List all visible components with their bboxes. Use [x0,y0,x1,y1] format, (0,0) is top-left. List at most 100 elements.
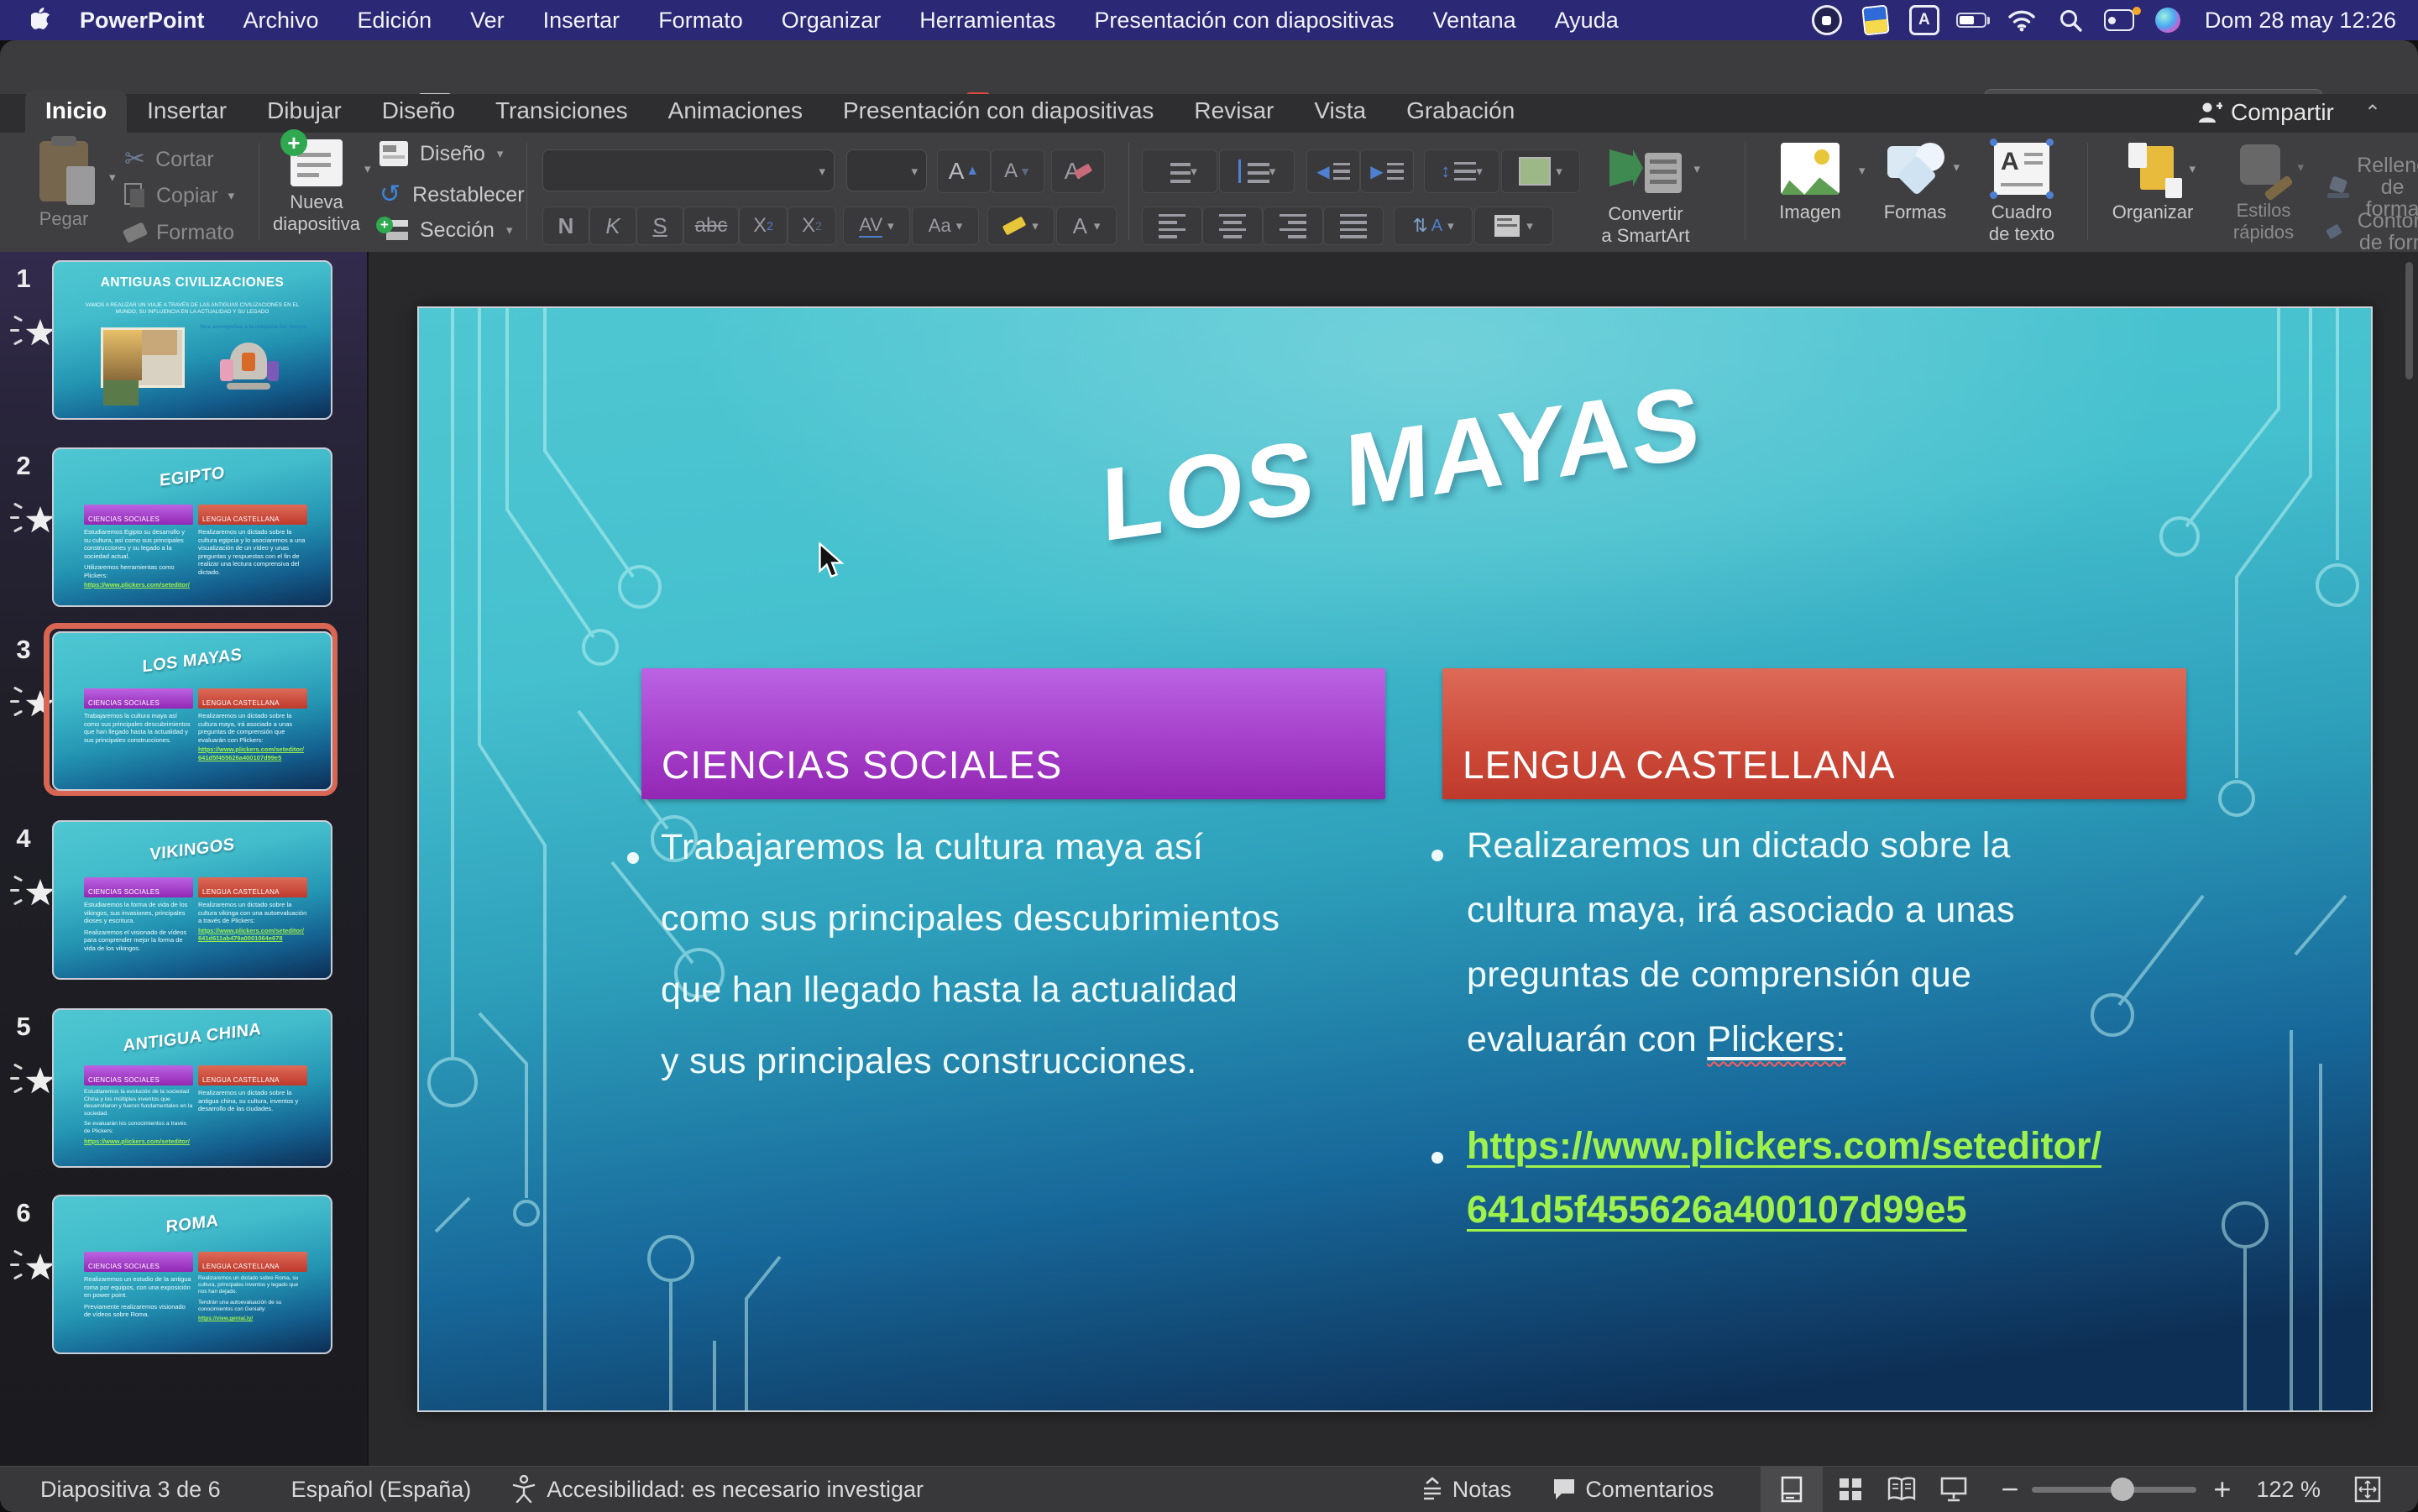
siri-icon[interactable] [2149,5,2186,35]
spotlight-search-icon[interactable] [2052,5,2089,35]
insert-textbox-button[interactable]: A Cuadrode texto [1971,143,2072,245]
slide-3-canvas[interactable]: LOS MAYAS CIENCIAS SOCIALES Trabajaremos… [417,306,2373,1412]
tab-revisar[interactable]: Revisar [1174,91,1294,133]
plickers-link[interactable]: https://www.plickers.com/seteditor/ [1467,1124,2101,1168]
menu-formato[interactable]: Formato [639,8,762,34]
fit-to-window-button[interactable] [2354,1476,2381,1503]
decrease-indent-button[interactable]: ◀ [1306,149,1360,193]
share-button[interactable]: Compartir ⌃ [2197,99,2381,126]
menu-edicion[interactable]: Edición [338,8,452,34]
language-indicator[interactable]: Español (España) [291,1477,472,1503]
increase-indent-button[interactable]: ▶ [1360,149,1414,193]
change-case-button[interactable]: Aa▾ [912,207,979,245]
reading-view-button[interactable] [1887,1477,1917,1502]
menu-herramientas[interactable]: Herramientas [900,8,1075,34]
menu-app-name[interactable]: PowerPoint [60,8,224,34]
thumb-2-animation-star[interactable] [13,503,57,540]
format-painter-button[interactable]: Formato [124,222,234,243]
tab-transiciones[interactable]: Transiciones [475,91,648,133]
menu-archivo[interactable]: Archivo [224,8,338,34]
zoom-level[interactable]: 122 % [2256,1477,2321,1503]
font-color-button[interactable]: A▾ [1056,207,1117,245]
bullets-button[interactable]: ▾ [1142,149,1217,193]
normal-view-button[interactable] [1761,1467,1823,1512]
font-name-combo[interactable]: ▾ [542,149,835,191]
new-slide-button[interactable]: + Nuevadiapositiva ▾ [270,139,363,235]
reset-slide-button[interactable]: ↺ Restablecer [379,180,525,209]
slide-thumbnail-5[interactable]: ANTIGUA CHINA CIENCIAS SOCIALES Estudiar… [52,1008,332,1168]
vertical-scrollbar[interactable] [2405,262,2413,379]
grow-font-button[interactable]: A▲ [937,149,991,193]
align-text-button[interactable]: ▾ [1474,207,1553,245]
slide-thumbnail-4[interactable]: VIKINGOS CIENCIAS SOCIALES Estudiaremos … [52,820,332,980]
section-button[interactable]: + Sección▾ [379,218,512,242]
align-right-button[interactable] [1263,207,1323,245]
underline-button[interactable]: S [636,207,683,245]
tab-dibujar[interactable]: Dibujar [247,91,362,133]
insert-image-button[interactable]: Imagen ▾ [1760,143,1861,223]
slide-sorter-view-button[interactable] [1838,1477,1863,1502]
menu-organizar[interactable]: Organizar [762,8,901,34]
numbering-button[interactable]: ▾ [1219,149,1295,193]
text-highlight-button[interactable]: ▾ [987,207,1055,245]
apple-menu-icon[interactable] [24,5,60,35]
cut-button[interactable]: ✂Cortar [124,144,214,174]
character-spacing-button[interactable]: AV▾ [843,207,910,245]
menu-presentacion[interactable]: Presentación con diapositivas [1075,8,1413,34]
slide-position[interactable]: Diapositiva 3 de 6 [40,1477,221,1503]
keyboard-layout-icon[interactable]: A [1906,5,1943,35]
menu-clock[interactable]: Dom 28 may 12:26 [2205,8,2396,34]
tab-diseno[interactable]: Diseño [362,91,475,133]
arrange-button[interactable]: ▾ Organizar [2102,143,2203,223]
shape-outline-button[interactable]: Contorno de forma▾ [2327,210,2418,254]
lengua-castellana-box[interactable]: LENGUA CASTELLANA [1442,668,2186,799]
bold-button[interactable]: N [542,207,589,245]
tab-presentacion[interactable]: Presentación con diapositivas [823,91,1174,133]
slide-thumbnail-2[interactable]: EGIPTO CIENCIAS SOCIALES Estudiaremos Eg… [52,447,332,607]
slide-title[interactable]: LOS MAYAS [1001,348,1801,579]
font-size-combo[interactable]: ▾ [846,149,927,191]
line-spacing-button[interactable]: ↕▾ [1424,149,1499,193]
thumb-1-animation-star[interactable] [13,316,57,353]
quick-styles-button[interactable]: ▾ Estilosrápidos [2213,143,2314,243]
tab-grabacion[interactable]: Grabación [1386,91,1535,133]
superscript-button[interactable]: X2 [739,207,788,245]
slide-thumbnail-3[interactable]: LOS MAYAS CIENCIAS SOCIALES Trabajaremos… [52,631,332,791]
thumb-5-animation-star[interactable] [13,1064,57,1101]
paste-button[interactable]: Pegar ▾ [22,141,106,230]
text-direction-button[interactable]: ⇅A▾ [1394,207,1473,245]
shrink-font-button[interactable]: A▼ [991,149,1044,193]
zoom-out-button[interactable]: − [2001,1472,2018,1507]
menu-ver[interactable]: Ver [451,8,524,34]
slide-thumbnail-6[interactable]: ROMA CIENCIAS SOCIALES Realizaremos un e… [52,1195,332,1354]
thumb-6-animation-star[interactable] [13,1250,57,1287]
tab-inicio[interactable]: Inicio [25,91,127,133]
copy-button[interactable]: Copiar▾ [124,183,234,208]
columns-button[interactable]: ▾ [1501,149,1580,193]
convert-to-smartart-button[interactable]: ▾ Convertira SmartArt [1570,144,1721,247]
slide-thumbnail-1[interactable]: ANTIGUAS CIVILIZACIONES VAMOS A REALIZAR… [52,260,332,420]
clear-formatting-button[interactable]: A [1051,149,1105,193]
ciencias-sociales-box[interactable]: CIENCIAS SOCIALES [641,668,1385,799]
collapse-ribbon-chevron[interactable]: ⌃ [2364,101,2381,125]
control-center-icon[interactable] [2101,5,2138,35]
zoom-slider[interactable] [2032,1487,2196,1493]
menu-insertar[interactable]: Insertar [524,8,640,34]
menu-ayuda[interactable]: Ayuda [1536,8,1638,34]
accessibility-status[interactable]: Accesibilidad: es necesario investigar [547,1477,924,1503]
subscript-button[interactable]: X2 [788,207,836,245]
zoom-slider-knob[interactable] [2111,1478,2134,1501]
justify-button[interactable] [1323,207,1384,245]
insert-shapes-button[interactable]: ▾ Formas [1869,143,1961,223]
align-center-button[interactable] [1202,207,1263,245]
language-flag-icon[interactable] [1857,5,1894,35]
tab-insertar[interactable]: Insertar [127,91,247,133]
italic-button[interactable]: K [589,207,636,245]
slide-layout-button[interactable]: Diseño▾ [379,141,503,166]
tab-vista[interactable]: Vista [1294,91,1386,133]
plickers-link-line2[interactable]: 641d5f455626a400107d99e5 [1467,1188,1967,1232]
notes-toggle[interactable]: Notas [1452,1477,1512,1503]
comments-toggle[interactable]: Comentarios [1585,1477,1714,1503]
slideshow-view-button[interactable] [1940,1477,1967,1502]
battery-icon[interactable] [1955,5,1991,35]
